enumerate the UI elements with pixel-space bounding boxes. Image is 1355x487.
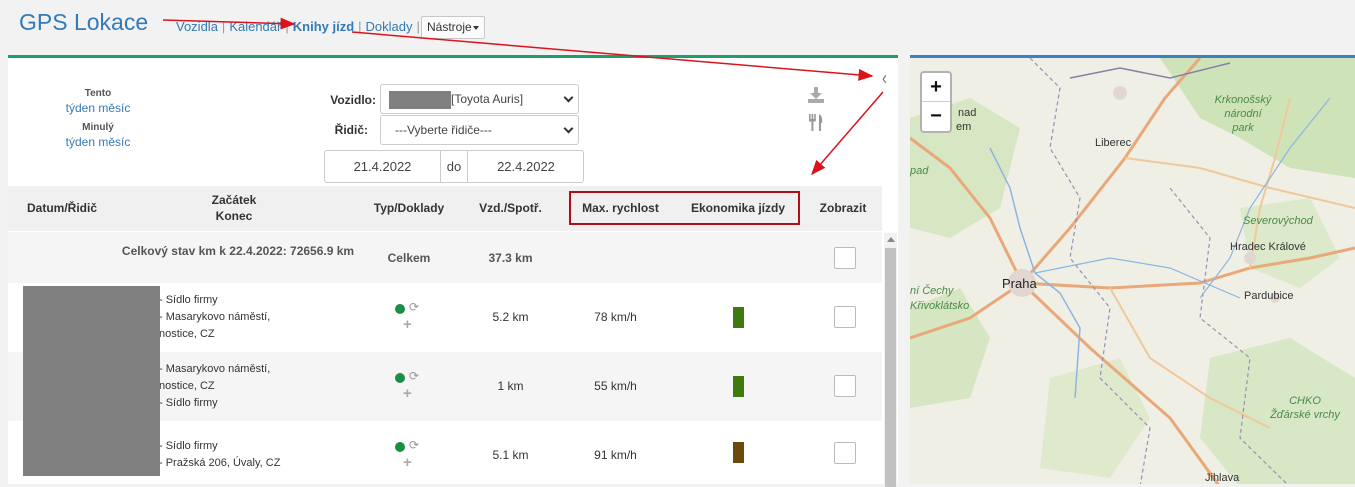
map-label-praha: Praha	[1002, 276, 1037, 291]
col-end[interactable]: Konec	[184, 208, 284, 224]
zoom-in-button[interactable]: +	[922, 73, 950, 102]
vehicle-select[interactable]: [Toyota Auris]	[380, 84, 579, 114]
app-title[interactable]: GPS Lokace	[19, 9, 148, 36]
show-trip-checkbox[interactable]	[834, 306, 856, 328]
date-to-input[interactable]: 22.4.2022	[468, 151, 584, 182]
add-document-icon[interactable]: +	[403, 316, 412, 333]
map-label-em: em	[956, 121, 972, 133]
app-header: GPS Lokace Vozidla | Kalendář | Knihy jízd | D…	[0, 0, 1355, 55]
trip-address-line: - Sídlo firmy - Pražská 206, Úvaly, CZ	[159, 440, 281, 469]
trip-max-speed: 55 km/h	[594, 379, 637, 393]
trip-distance: 5.1 km	[492, 448, 529, 462]
table-scrollbar[interactable]	[884, 233, 897, 487]
map-zoom-controls: + −	[920, 71, 952, 133]
map-label-jihlava: Jihlava	[1205, 472, 1240, 484]
show-trip-checkbox[interactable]	[834, 375, 856, 397]
trip-address-line: - Masarykovo náměstí, nostice, CZ - Sídl…	[159, 363, 271, 409]
show-trip-checkbox[interactable]	[834, 442, 856, 464]
chevron-left-icon[interactable]: ‹	[882, 67, 887, 89]
trip-address-line: - Sídlo firmy - Masarykovo náměstí, nost…	[159, 294, 271, 340]
col-date-driver[interactable]: Datum/Řidič	[8, 200, 116, 216]
sync-icon[interactable]: ⟳	[409, 438, 419, 452]
trip-max-speed: 91 km/h	[594, 448, 637, 462]
economy-indicator	[733, 442, 744, 463]
scrollbar-thumb[interactable]	[885, 248, 896, 487]
vehicle-label: Vozidlo:	[330, 93, 376, 107]
sync-icon[interactable]: ⟳	[409, 369, 419, 383]
highlight-annotation-box	[569, 191, 800, 225]
nav-doklady[interactable]: Doklady	[366, 19, 413, 34]
nav-kalendar[interactable]: Kalendář	[229, 19, 281, 34]
map-label-pad: pad	[910, 165, 929, 177]
trip-max-speed: 78 km/h	[594, 310, 637, 324]
col-distance[interactable]: Vzd./Spotř.	[468, 200, 553, 216]
odometer-summary: Celkový stav km k 22.4.2022: 72656.9 km	[121, 244, 355, 258]
status-dot-icon	[395, 442, 405, 452]
tools-dropdown-button[interactable]: Nástroje	[421, 16, 485, 39]
add-document-icon[interactable]: +	[403, 385, 412, 402]
map-label-severovychod: Severovýchod	[1243, 215, 1313, 227]
summary-row: Celkový stav km k 22.4.2022: 72656.9 km …	[8, 232, 882, 283]
summary-type: Celkem	[387, 251, 431, 265]
nav-vozidla[interactable]: Vozidla	[176, 19, 218, 34]
map-label-krkonose: Krkonošský národní park	[1214, 94, 1272, 134]
status-dot-icon	[395, 304, 405, 314]
this-period-label: Tento	[84, 88, 112, 99]
main-nav: Vozidla | Kalendář | Knihy jízd | Doklady |	[176, 19, 420, 34]
summary-show-checkbox[interactable]	[834, 247, 856, 269]
chevron-down-icon	[563, 92, 574, 103]
map-label-liberec: Liberec	[1095, 137, 1132, 149]
driver-label: Řidič:	[334, 123, 368, 137]
map-label-nad: nad	[958, 107, 977, 119]
trip-distance: 5.2 km	[492, 310, 529, 324]
download-icon[interactable]	[807, 86, 825, 104]
map-view[interactable]: + − nad em pad Liberec Krkonošský národn…	[910, 55, 1355, 484]
driver-select[interactable]: ---Vyberte řidiče---	[380, 115, 579, 145]
date-separator: do	[441, 151, 468, 182]
map-label-cechy: ní Čechy	[910, 285, 954, 297]
last-period-label: Minulý	[82, 122, 114, 133]
summary-distance: 37.3 km	[488, 251, 533, 265]
map-label-hradec-kralove: Hradec Králové	[1230, 241, 1306, 253]
col-type[interactable]: Typ/Doklady	[364, 200, 454, 216]
caret-down-icon	[472, 25, 479, 30]
economy-indicator	[733, 376, 744, 397]
map-label-chko: CHKO Žďárské vrchy	[1270, 395, 1340, 421]
last-period-links[interactable]: týden měsíc	[18, 135, 178, 156]
redacted-driver-block	[23, 286, 160, 476]
add-document-icon[interactable]: +	[403, 454, 412, 471]
col-start[interactable]: Začátek	[184, 192, 284, 208]
redacted-plate	[389, 90, 451, 109]
scroll-up-icon[interactable]	[887, 237, 895, 242]
date-from-input[interactable]: 21.4.2022	[325, 151, 441, 182]
trip-distance: 1 km	[497, 379, 524, 393]
map-label-krivoklatsko: Křivoklátsko	[910, 300, 970, 312]
map-label-pardubice: Pardubice	[1244, 290, 1294, 302]
economy-indicator	[733, 307, 744, 328]
date-range: 21.4.2022 do 22.4.2022	[324, 150, 584, 183]
zoom-out-button[interactable]: −	[922, 102, 950, 131]
period-shortcuts: Tento týden měsíc Minulý týden měsíc	[18, 88, 178, 156]
status-dot-icon	[395, 373, 405, 383]
this-period-links[interactable]: týden měsíc	[18, 101, 178, 122]
sync-icon[interactable]: ⟳	[409, 300, 419, 314]
nav-knihy-jizd[interactable]: Knihy jízd	[293, 19, 354, 34]
col-show[interactable]: Zobrazit	[808, 200, 878, 216]
chevron-down-icon	[563, 123, 574, 134]
cutlery-icon[interactable]	[808, 113, 824, 132]
